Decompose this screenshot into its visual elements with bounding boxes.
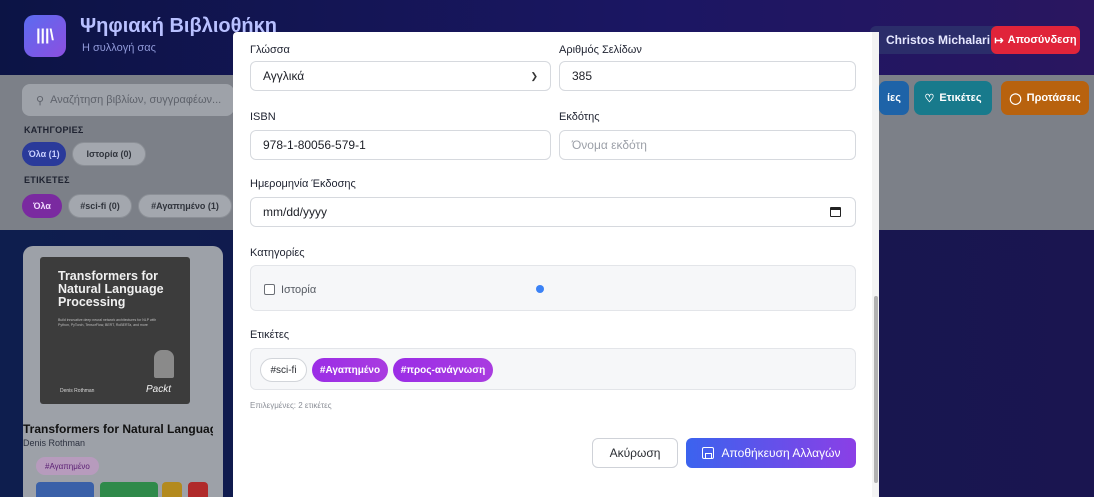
- publisher-input[interactable]: Όνομα εκδότη: [559, 130, 856, 160]
- publisher-placeholder: Όνομα εκδότη: [572, 138, 647, 152]
- tags-label: Ετικέτες: [250, 329, 290, 341]
- suggestions-button[interactable]: ◯ Προτάσεις: [1001, 81, 1089, 115]
- book-title: Transformers for Natural Languag...: [23, 422, 213, 436]
- category-chip-history[interactable]: Ιστορία (0): [72, 142, 146, 166]
- search-placeholder: Αναζήτηση βιβλίων, συγγραφέων...: [50, 94, 222, 106]
- save-changes-button[interactable]: Αποθήκευση Αλλαγών: [686, 438, 856, 468]
- chevron-down-icon: ❯: [530, 70, 538, 81]
- cover-blurb: Build innovative deep neural network arc…: [58, 318, 157, 327]
- cover-publisher-logo: Packt: [146, 384, 172, 395]
- tags-button[interactable]: ♡ Ετικέτες: [914, 81, 992, 115]
- category-checkbox-history[interactable]: [264, 284, 275, 295]
- logout-icon: ↦: [994, 34, 1004, 47]
- isbn-input[interactable]: 978-1-80056-579-1: [250, 130, 551, 160]
- pages-value: 385: [572, 69, 593, 83]
- tag-chip-all[interactable]: Όλα: [22, 194, 62, 218]
- tags-heading: ΕΤΙΚΕΤΕΣ: [24, 175, 70, 185]
- edit-button[interactable]: [162, 482, 182, 497]
- categories-button[interactable]: ίες: [879, 81, 909, 115]
- logout-label: Αποσύνδεση: [1007, 34, 1077, 46]
- isbn-label: ISBN: [250, 111, 276, 123]
- category-chip-all[interactable]: Όλα (1): [22, 142, 66, 166]
- categories-panel: [250, 265, 856, 311]
- categories-label: Κατηγορίες: [250, 247, 305, 259]
- focus-dot-indicator: [536, 285, 544, 293]
- download-button[interactable]: [100, 482, 158, 497]
- cover-author: Denis Rothman: [60, 388, 95, 394]
- tag-option-to-read[interactable]: #προς-ανάγνωση: [393, 358, 493, 382]
- tag-option-scifi[interactable]: #sci-fi: [260, 358, 307, 382]
- cancel-button[interactable]: Ακύρωση: [592, 438, 678, 468]
- book-author: Denis Rothman: [23, 438, 86, 448]
- library-icon: |||\: [36, 27, 54, 44]
- tag-chip-scifi[interactable]: #sci-fi (0): [68, 194, 132, 218]
- lightbulb-icon: ◯: [1009, 92, 1022, 105]
- categories-heading: ΚΑΤΗΓΟΡΙΕΣ: [24, 125, 84, 135]
- language-select[interactable]: Αγγλικά ❯: [250, 61, 551, 91]
- publish-date-label: Ημερομηνία Έκδοσης: [250, 178, 356, 190]
- logout-button[interactable]: ↦ Αποσύνδεση: [991, 26, 1080, 54]
- calendar-icon[interactable]: [830, 207, 841, 217]
- category-label-history[interactable]: Ιστορία: [281, 284, 316, 296]
- language-label: Γλώσσα: [250, 44, 290, 56]
- user-name-pill[interactable]: Christos Michalari: [870, 26, 1005, 54]
- pages-label: Αριθμός Σελίδων: [559, 44, 642, 56]
- tag-chip-favorite[interactable]: #Αγαπημένο (1): [138, 194, 232, 218]
- publisher-label: Εκδότης: [559, 111, 600, 123]
- tags-button-label: Ετικέτες: [939, 92, 982, 104]
- book-tag: #Αγαπημένο: [36, 457, 99, 475]
- cover-title: Transformers for Natural Language Proces…: [58, 269, 164, 309]
- pages-input[interactable]: 385: [559, 61, 856, 91]
- publish-date-input[interactable]: mm/dd/yyyy: [250, 197, 856, 227]
- app-subtitle: Η συλλογή σας: [82, 42, 156, 54]
- suggestions-button-label: Προτάσεις: [1026, 92, 1081, 104]
- view-button[interactable]: [36, 482, 94, 497]
- cover-author-photo: [154, 350, 174, 378]
- publish-date-value: mm/dd/yyyy: [263, 205, 328, 219]
- delete-button[interactable]: [188, 482, 208, 497]
- search-input[interactable]: ⚲ Αναζήτηση βιβλίων, συγγραφέων...: [22, 84, 234, 116]
- app-logo: |||\: [24, 15, 66, 57]
- search-icon: ⚲: [36, 94, 45, 107]
- modal-scrollbar-thumb[interactable]: [874, 296, 878, 483]
- selected-tags-summary: Επιλεγμένες: 2 ετικέτες: [250, 401, 332, 410]
- save-icon: [701, 447, 714, 459]
- save-changes-label: Αποθήκευση Αλλαγών: [721, 446, 841, 460]
- tag-option-favorite[interactable]: #Αγαπημένο: [312, 358, 388, 382]
- isbn-value: 978-1-80056-579-1: [263, 138, 366, 152]
- language-value: Αγγλικά: [263, 69, 305, 83]
- tag-icon: ♡: [924, 92, 935, 105]
